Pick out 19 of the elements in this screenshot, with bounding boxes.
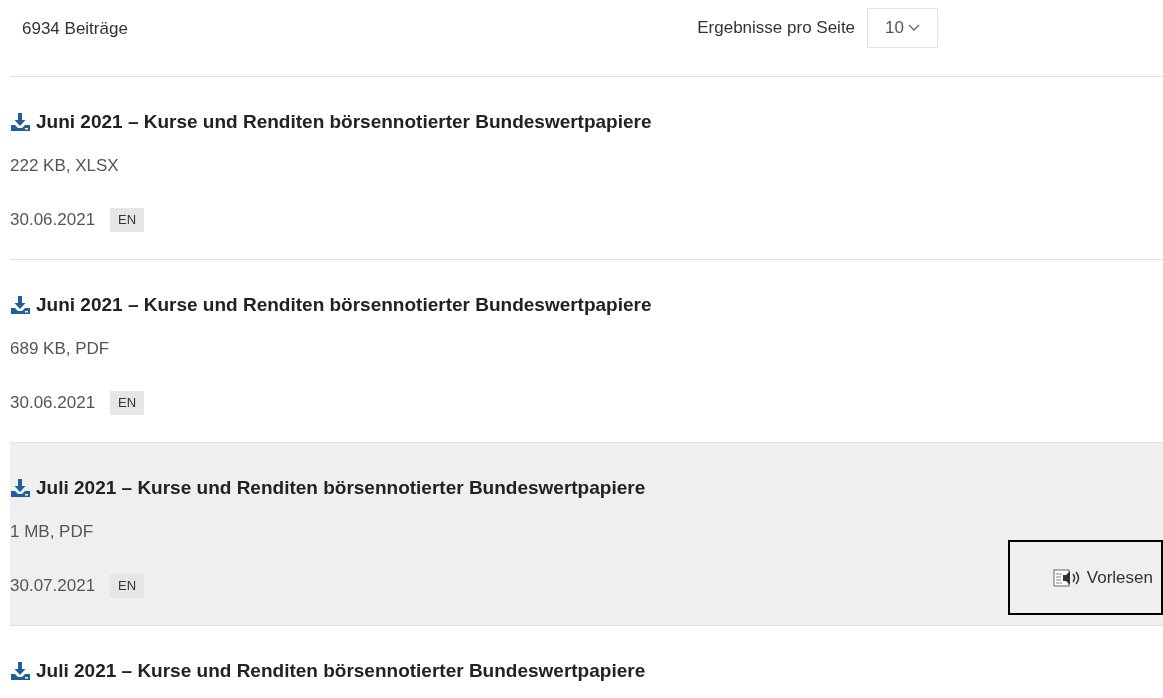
results-count: 6934 Beiträge: [22, 18, 129, 40]
result-title-link[interactable]: Juni 2021 – Kurse und Renditen börsennotierter Bundeswertpapiere: [10, 110, 1163, 134]
result-title-link[interactable]: Juli 2021 – Kurse und Renditen börsennotierter Bundeswertpapiere: [10, 659, 1163, 683]
download-icon: [10, 478, 32, 498]
chevron-down-icon: [908, 24, 920, 32]
date: 30.07.2021: [10, 575, 96, 598]
file-meta: 689 KB, PDF: [10, 338, 111, 360]
result-title-link[interactable]: Juni 2021 – Kurse und Renditen börsennotierter Bundeswertpapiere: [10, 293, 1163, 317]
file-meta: 1 MB, PDF: [10, 521, 95, 543]
language-tag: EN: [110, 574, 145, 598]
per-page-select[interactable]: 10: [867, 8, 938, 48]
per-page-label: Ergebnisse pro Seite: [697, 17, 856, 40]
date: 30.06.2021: [10, 392, 96, 415]
result-title-link[interactable]: Juli 2021 – Kurse und Renditen börsennotierter Bundeswertpapiere: [10, 476, 1163, 500]
date: 30.06.2021: [10, 209, 96, 232]
file-meta: 222 KB, XLSX: [10, 155, 120, 177]
read-aloud-button[interactable]: Vorlesen: [1008, 540, 1163, 615]
language-tag: EN: [110, 391, 145, 415]
language-tag: EN: [110, 208, 145, 232]
